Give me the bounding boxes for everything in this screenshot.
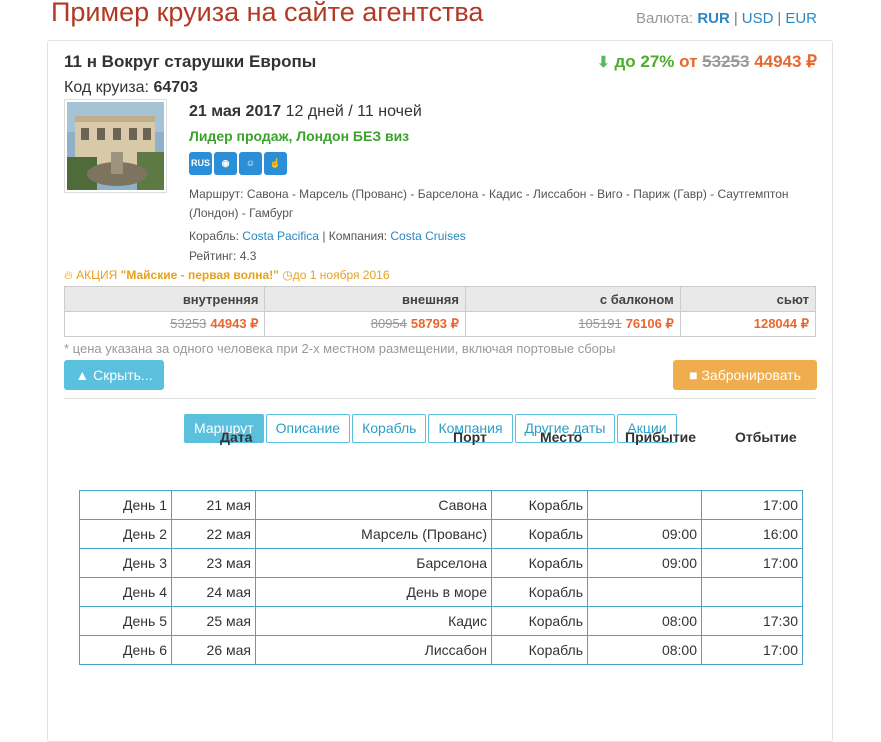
chevron-up-circle-icon: ▲ [75,367,90,383]
price-note: * цена указана за одного человека при 2-… [64,341,616,356]
hide-button[interactable]: ▲ Скрыть... [64,360,164,390]
table-row: День 2 22 мая Марсель (Прованс) Корабль … [79,519,803,549]
cabin-price-table: внутренняя внешняя с балконом сьют 53253… [63,286,817,337]
price-summary: ⬇ до 27% от 53253 44943 ₽ [597,52,817,72]
promo-name[interactable]: "Майские - первая волна!" [121,268,279,282]
table-row: День 4 24 мая День в море Корабль [79,577,803,607]
book-button[interactable]: ■ Забронировать [673,360,817,390]
table-row: День 3 23 мая Барселона Корабль 09:00 17… [79,548,803,578]
piggy-bank-icon: ◉ [214,152,237,175]
cruise-duration: 12 дней / 11 ночей [285,103,422,120]
currency-label: Валюта: [635,10,694,27]
currency-rur-link[interactable]: RUR [697,10,730,27]
promo-line: 🔥︎ АКЦИЯ "Майские - первая волна!" ◷до 1… [64,268,390,283]
company-link[interactable]: Costa Cruises [390,229,465,243]
promo-prefix: АКЦИЯ [76,268,118,282]
cabin-header-balcony: с балконом [464,286,681,312]
table-row: День 6 26 мая Лиссабон Корабль 08:00 17:… [79,635,803,665]
cabin-price-balcony[interactable]: 105191 76106 ₽ [464,311,681,337]
thumbs-up-icon: ☝ [264,152,287,175]
cabin-price-inside[interactable]: 53253 44943 ₽ [63,311,266,337]
cruise-code-label: Код круиза: [64,79,149,96]
tab-description[interactable]: Описание [265,414,351,443]
cabin-price-suite[interactable]: 128044 ₽ [679,311,817,337]
rus-language-icon: RUS [189,152,212,175]
cabin-price-outside[interactable]: 80954 58793 ₽ [264,311,466,337]
company-label: Компания: [328,229,388,243]
itinerary-table: День 1 21 мая Савона Корабль 17:00 День … [79,490,803,665]
new-price: 44943 ₽ [754,52,817,71]
route-label: Маршрут: [189,187,244,201]
book-button-label: Забронировать [701,367,801,383]
cruise-start-date: 21 мая 2017 [189,103,282,120]
ship-company-line: Корабль: Costa Pacifica | Компания: Cost… [189,229,466,243]
old-price: 53253 [702,52,750,71]
route-text: Маршрут: Савона - Марсель (Прованс) - Ба… [189,185,819,223]
feature-icons: RUS ◉ ☺ ☝ [189,152,289,175]
clock-icon: ◷ [282,268,293,282]
family-icon: ☺ [239,152,262,175]
header-date: Дата [220,429,253,445]
currency-eur-link[interactable]: EUR [785,10,817,27]
cruise-photo[interactable] [64,99,167,193]
currency-switcher: Валюта: RUR | USD | EUR [635,10,817,27]
cruise-tabs: Маршрут Описание Корабль Компания Другие… [184,414,679,443]
header-place: Место [540,429,583,445]
currency-usd-link[interactable]: USD [742,10,774,27]
cruise-code: Код круиза: 64703 [64,79,198,97]
fire-icon: 🔥︎ [64,268,73,282]
ship-link[interactable]: Costa Pacifica [242,229,319,243]
route-value: Савона - Марсель (Прованс) - Барселона -… [189,187,789,220]
rating-value: 4.3 [239,249,257,263]
leader-badge: Лидер продаж, Лондон БЕЗ виз [189,128,410,144]
cart-icon: ■ [689,367,698,383]
cabin-header-outside: внешняя [264,286,466,312]
header-departure: Отбытие [735,429,797,445]
rating-label: Рейтинг: [189,249,237,263]
ship-label: Корабль: [189,229,239,243]
divider [64,398,816,399]
hide-button-label: Скрыть... [93,367,153,383]
tab-ship[interactable]: Корабль [352,414,427,443]
table-row: День 1 21 мая Савона Корабль 17:00 [79,490,803,520]
header-port: Порт [453,429,487,445]
cruise-code-value: 64703 [153,79,198,96]
table-row: День 5 25 мая Кадис Корабль 08:00 17:30 [79,606,803,636]
from-label: от [679,52,698,71]
cruise-dates: 21 мая 2017 12 дней / 11 ночей [189,103,422,121]
promo-until: до 1 ноября 2016 [292,268,390,282]
arrow-down-icon: ⬇ [597,54,610,71]
page-title: Пример круиза на сайте агентства [51,0,484,27]
rating: Рейтинг: 4.3 [189,249,256,263]
cabin-header-inside: внутренняя [63,286,266,312]
discount-label: до 27% [614,52,675,71]
cabin-header-suite: сьют [679,286,817,312]
header-arrival: Прибытие [625,429,697,445]
cruise-title: 11 н Вокруг старушки Европы [64,52,317,71]
